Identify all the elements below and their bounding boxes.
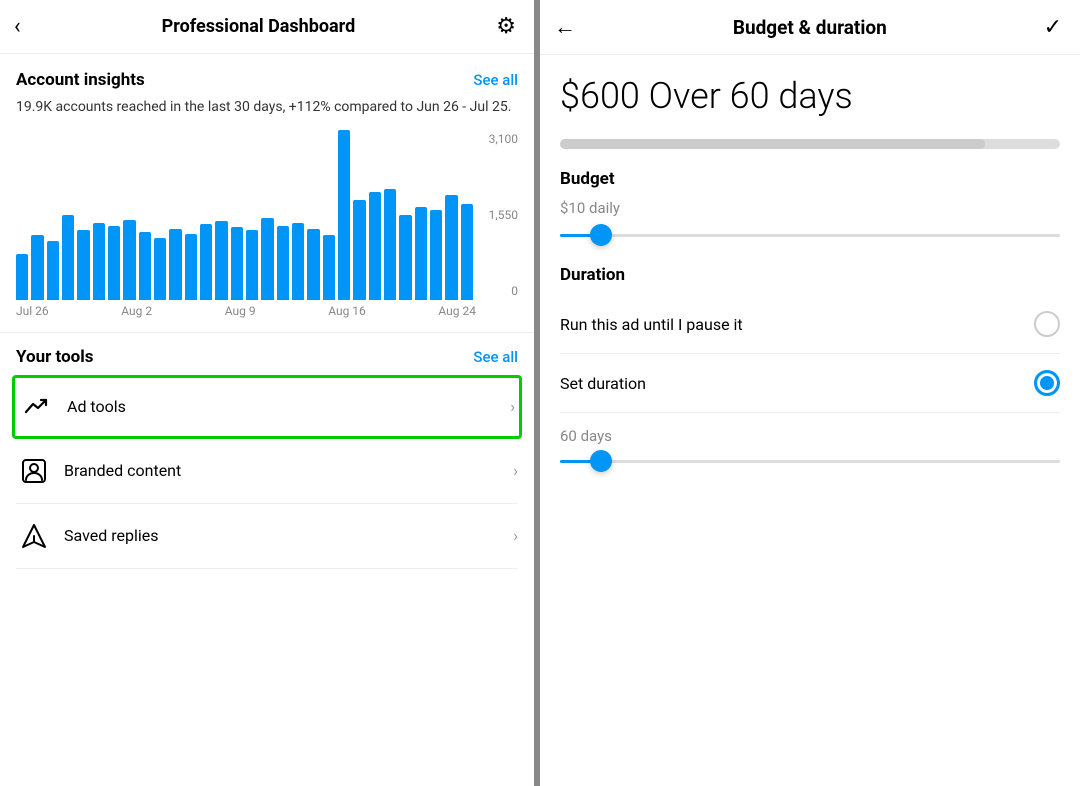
x-label-2: Aug 9 [225, 304, 256, 318]
budget-duration-title: Budget & duration [733, 16, 887, 39]
chevron-right-icon: › [510, 397, 515, 416]
branded-content-label: Branded content [64, 461, 513, 480]
send-icon [16, 518, 52, 554]
chart-bar [399, 215, 411, 300]
chart-bar [277, 226, 289, 300]
y-label-mid: 1,550 [489, 208, 518, 222]
duration-slider[interactable] [560, 451, 1060, 471]
budget-summary: $600 Over 60 days [560, 75, 1060, 117]
budget-section-label: Budget [560, 169, 1060, 189]
person-badge-icon [16, 453, 52, 489]
account-insights-header: Account insights See all [16, 70, 518, 90]
chart-bar [200, 224, 212, 300]
chart-bar [246, 230, 258, 300]
chart-bar [47, 241, 59, 300]
right-panel: ← Budget & duration ✓ $600 Over 60 days … [540, 0, 1080, 786]
gear-icon[interactable]: ⚙ [496, 14, 516, 39]
duration-option-set-duration[interactable]: Set duration [560, 354, 1060, 413]
duration-slider-thumb[interactable] [590, 450, 612, 472]
chart-bar [31, 235, 43, 300]
chart-bar [323, 235, 335, 300]
summary-slider-bg [560, 139, 1060, 149]
summary-slider-track [560, 139, 1060, 149]
until-paused-radio[interactable] [1034, 311, 1060, 337]
chart-bar [261, 218, 273, 300]
y-label-bot: 0 [489, 284, 518, 298]
chart-bar [338, 130, 350, 300]
chart-bar [154, 238, 166, 300]
back-button[interactable]: ‹ [14, 14, 21, 39]
chart-bar [108, 226, 120, 300]
tools-section: Your tools See all Ad tools › [16, 347, 518, 569]
check-button[interactable]: ✓ [1044, 15, 1062, 40]
chart-bar [307, 229, 319, 300]
tools-title: Your tools [16, 347, 94, 367]
chart-bar [93, 223, 105, 300]
insights-description: 19.9K accounts reached in the last 30 da… [16, 98, 518, 118]
duration-section-label: Duration [560, 265, 1060, 285]
budget-slider-thumb[interactable] [590, 224, 612, 246]
left-content: Account insights See all 19.9K accounts … [0, 54, 534, 569]
right-content: $600 Over 60 days Budget $10 daily Durat… [540, 55, 1080, 471]
right-back-button[interactable]: ← [554, 14, 576, 40]
saved-replies-label: Saved replies [64, 526, 513, 545]
tool-item-saved-replies[interactable]: Saved replies › [16, 504, 518, 569]
chart-y-labels: 3,100 1,550 0 [489, 130, 518, 300]
budget-slider[interactable] [560, 225, 1060, 245]
tools-header: Your tools See all [16, 347, 518, 367]
chart-bar [123, 220, 135, 300]
left-header: ‹ Professional Dashboard ⚙ [0, 0, 534, 54]
duration-option-until-paused[interactable]: Run this ad until I pause it [560, 295, 1060, 354]
chart-bar [185, 234, 197, 300]
chart-bar [139, 232, 151, 300]
tool-item-branded-content[interactable]: Branded content › [16, 439, 518, 504]
x-label-1: Aug 2 [121, 304, 152, 318]
account-insights-title: Account insights [16, 70, 145, 90]
until-paused-label: Run this ad until I pause it [560, 315, 743, 334]
tools-see-all[interactable]: See all [473, 348, 518, 366]
chart-bar [369, 192, 381, 300]
set-duration-radio[interactable] [1034, 370, 1060, 396]
right-header: ← Budget & duration ✓ [540, 0, 1080, 55]
divider [0, 332, 534, 333]
chart-bar [292, 223, 304, 300]
days-value: 60 days [560, 427, 1060, 445]
dashboard-title: Professional Dashboard [162, 16, 356, 37]
chart-bar [415, 207, 427, 300]
trending-icon [19, 389, 55, 425]
chart-bar [461, 204, 473, 300]
chart-bar [445, 195, 457, 300]
x-label-0: Jul 26 [16, 304, 49, 318]
chart-container: 3,100 1,550 0 Jul 26 Aug 2 Aug 9 Aug 16 … [16, 130, 518, 318]
duration-slider-track [560, 460, 1060, 463]
account-insights-see-all[interactable]: See all [473, 71, 518, 89]
budget-daily-value: $10 daily [560, 199, 1060, 217]
ad-tools-label: Ad tools [67, 397, 510, 416]
summary-slider-fill [560, 139, 985, 149]
chevron-right-icon-3: › [513, 526, 518, 545]
chart-bar [62, 215, 74, 300]
chart-x-labels: Jul 26 Aug 2 Aug 9 Aug 16 Aug 24 [16, 300, 476, 318]
chart-bar [353, 200, 365, 300]
chart-bar [231, 227, 243, 300]
chart-bar [169, 229, 181, 300]
budget-slider-track [560, 234, 1060, 237]
tool-item-ad-tools[interactable]: Ad tools › [12, 375, 522, 439]
chart-bar [215, 221, 227, 300]
set-duration-label: Set duration [560, 374, 646, 393]
x-label-4: Aug 24 [438, 304, 476, 318]
chart-bar [16, 254, 28, 300]
x-label-3: Aug 16 [328, 304, 366, 318]
y-label-top: 3,100 [489, 132, 518, 146]
bar-chart [16, 130, 476, 300]
chart-bar [384, 189, 396, 300]
chevron-right-icon-2: › [513, 461, 518, 480]
chart-bar [430, 210, 442, 300]
chart-bar [77, 230, 89, 300]
left-panel: ‹ Professional Dashboard ⚙ Account insig… [0, 0, 540, 786]
